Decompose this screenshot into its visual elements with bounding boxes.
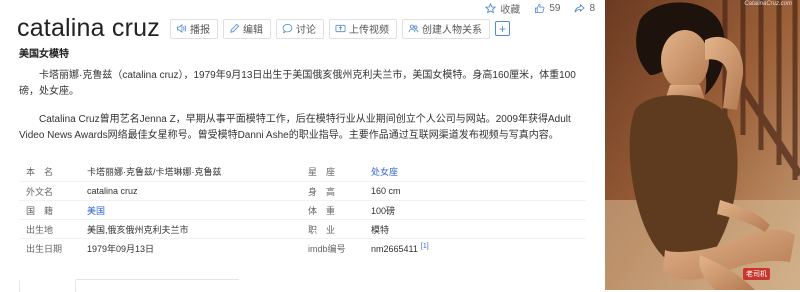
- share-button[interactable]: 8: [574, 3, 595, 14]
- like-button[interactable]: 59: [534, 3, 560, 14]
- thumbs-up-icon: [535, 3, 545, 14]
- speaker-icon: [176, 23, 187, 34]
- info-value-link[interactable]: 美国: [87, 204, 302, 217]
- page-title: catalina cruz: [17, 14, 160, 42]
- info-value: 100磅: [371, 205, 396, 216]
- share-icon: [574, 3, 586, 13]
- title-row: catalina cruz 播报 编辑 讨论 上传视频 创建人物关系 +: [17, 14, 510, 43]
- basic-info-table: 本 名 卡塔丽娜·克鲁兹/卡塔琳娜·克鲁兹 星 座 处女座 外文名 catali…: [19, 162, 586, 257]
- info-label: 出生地: [26, 224, 54, 235]
- info-value-link[interactable]: 处女座: [371, 165, 398, 178]
- info-label: 出生日期: [26, 243, 63, 254]
- discuss-label: 讨论: [295, 25, 316, 36]
- catalog-tab[interactable]: [19, 279, 76, 292]
- discuss-button[interactable]: 讨论: [275, 18, 324, 39]
- info-label: 身 高: [308, 186, 336, 197]
- info-value: 模特: [371, 224, 390, 235]
- create-relation-label: 创建人物关系: [421, 25, 482, 36]
- info-label: 体 重: [308, 205, 336, 216]
- info-row: 国 籍 美国 体 重 100磅: [19, 200, 586, 219]
- info-label: 外文名: [26, 186, 54, 197]
- summary-paragraph-1: 卡塔丽娜·克鲁兹（catalina cruz），1979年9月13日出生于美国俄…: [19, 70, 576, 97]
- info-value: catalina cruz: [87, 186, 138, 196]
- info-label: 星 座: [308, 167, 336, 177]
- imdb-id: nm2665411: [371, 243, 418, 254]
- edit-button[interactable]: 编辑: [222, 18, 271, 39]
- info-value: 美国,俄亥俄州克利夫兰市: [87, 224, 189, 235]
- entry-subtitle: 美国女模特: [19, 49, 69, 60]
- info-label: 国 籍: [26, 205, 54, 216]
- info-row: 出生日期 1979年09月13日 imdb编号 nm2665411 [1]: [19, 238, 586, 257]
- summary-paragraph-2: Catalina Cruz曾用艺名Jenna Z，早期从事平面模特工作，后在模特…: [19, 114, 571, 141]
- pencil-icon: [230, 23, 240, 33]
- video-upload-icon: [335, 24, 346, 33]
- upload-video-button[interactable]: 上传视频: [328, 18, 397, 39]
- info-value: 160 cm: [371, 186, 401, 196]
- info-label: 本 名: [26, 167, 54, 177]
- info-row: 外文名 catalina cruz 身 高 160 cm: [19, 181, 586, 200]
- info-row: 本 名 卡塔丽娜·克鲁兹/卡塔琳娜·克鲁兹 星 座 处女座: [19, 162, 586, 181]
- upload-video-label: 上传视频: [348, 25, 389, 36]
- photo-watermark: CatalinaCruz.com: [744, 1, 792, 7]
- like-count: 59: [549, 3, 561, 14]
- create-relation-button[interactable]: 创建人物关系: [401, 18, 490, 39]
- share-count: 8: [589, 3, 595, 14]
- profile-photo[interactable]: CatalinaCruz.com 老司机: [605, 0, 800, 290]
- edit-label: 编辑: [242, 25, 263, 36]
- chat-bubble-icon: [282, 23, 293, 34]
- info-label: 职 业: [308, 224, 336, 235]
- info-value: 1979年09月13日: [87, 243, 155, 254]
- star-icon: [485, 3, 497, 14]
- info-row: 出生地 美国,俄亥俄州克利夫兰市 职 业 模特: [19, 219, 586, 238]
- reference-link[interactable]: [1]: [421, 243, 429, 250]
- add-button[interactable]: +: [494, 21, 510, 36]
- info-label: imdb编号: [308, 243, 346, 254]
- play-button[interactable]: 播报: [169, 18, 218, 39]
- info-value: nm2665411 [1]: [371, 243, 429, 254]
- people-icon: [408, 24, 419, 33]
- portrait-image: [605, 0, 800, 290]
- play-label: 播报: [189, 25, 210, 36]
- stamp-badge: 老司机: [743, 268, 770, 280]
- info-value: 卡塔丽娜·克鲁兹/卡塔琳娜·克鲁兹: [87, 167, 222, 177]
